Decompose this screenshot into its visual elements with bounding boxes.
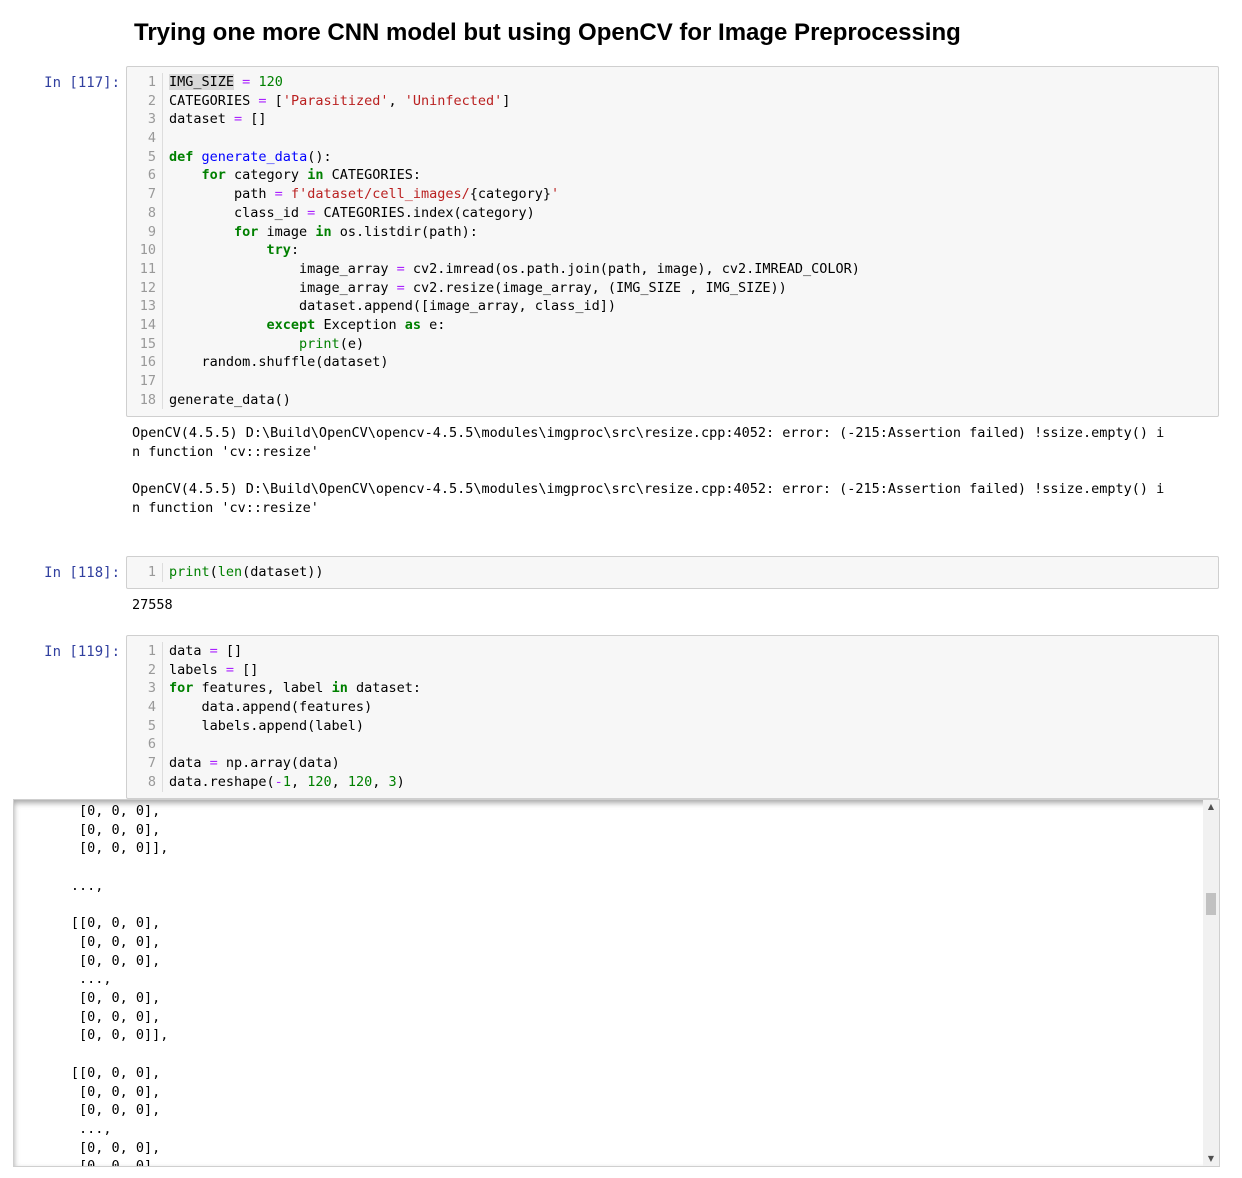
scrollbar-thumb[interactable] [1206, 893, 1216, 915]
code-line: 4 [127, 129, 1218, 148]
code-line: 1 print(len(dataset)) [127, 563, 1218, 582]
cell-output: 27558 [132, 597, 173, 613]
code-line: 17 [127, 372, 1218, 391]
line-number: 7 [127, 185, 163, 204]
line-number: 6 [127, 166, 163, 186]
code-line: 13 dataset.append([image_array, class_id… [127, 297, 1218, 316]
line-number: 14 [127, 315, 163, 335]
code-line: 5 labels.append(label) [127, 716, 1218, 736]
code-cell-input[interactable]: 1 data = [] 2 labels = [] 3 for features, l… [126, 635, 1219, 799]
code-line: 14 except Exception as e: [127, 315, 1218, 335]
line-number: 2 [127, 91, 163, 111]
cell-prompt: In [117]: [44, 75, 120, 91]
code-cell-input[interactable]: 1 print(len(dataset)) [126, 556, 1219, 589]
line-number: 18 [127, 390, 163, 410]
code-line: 7 path = f'dataset/cell_images/{category… [127, 185, 1218, 204]
scrollable-output-area[interactable]: [0, 0, 0], [0, 0, 0], [0, 0, 0]], ..., [… [13, 799, 1220, 1167]
line-number: 5 [127, 716, 163, 736]
code-line: 7 data = np.array(data) [127, 754, 1218, 773]
line-number: 12 [127, 278, 163, 298]
code-line: 9 for image in os.listdir(path): [127, 222, 1218, 242]
line-number: 8 [127, 772, 163, 792]
line-number: 7 [127, 754, 163, 773]
scroll-down-arrow-icon[interactable]: ▼ [1203, 1152, 1219, 1166]
code-line: 1 IMG_SIZE = 120 [127, 73, 1218, 92]
code-line: 5 def generate_data(): [127, 147, 1218, 167]
line-number: 17 [127, 372, 163, 391]
line-number: 6 [127, 735, 163, 755]
vertical-scrollbar[interactable]: ▲ ▼ [1203, 800, 1219, 1166]
code-line: 18 generate_data() [127, 390, 1218, 410]
code-line: 10 try: [127, 241, 1218, 260]
line-number: 4 [127, 698, 163, 717]
code-line: 8 data.reshape(-1, 120, 120, 3) [127, 772, 1218, 792]
line-number: 3 [127, 679, 163, 699]
code-line: 11 image_array = cv2.imread(os.path.join… [127, 259, 1218, 279]
code-line: 8 class_id = CATEGORIES.index(category) [127, 203, 1218, 223]
cell-prompt: In [118]: [44, 565, 120, 581]
code-line: 1 data = [] [127, 642, 1218, 661]
code-line: 6 for category in CATEGORIES: [127, 166, 1218, 186]
code-line: 6 [127, 735, 1218, 755]
cell-prompt: In [119]: [44, 644, 120, 660]
code-line: 4 data.append(features) [127, 698, 1218, 717]
code-line: 3 for features, label in dataset: [127, 679, 1218, 699]
line-number: 5 [127, 147, 163, 167]
cell-output: OpenCV(4.5.5) D:\Build\OpenCV\opencv-4.5… [132, 425, 1165, 516]
line-number: 1 [127, 73, 163, 92]
line-number: 10 [127, 241, 163, 260]
line-number: 4 [127, 129, 163, 148]
code-cell-input[interactable]: 1 IMG_SIZE = 120 2 CATEGORIES = ['Parasiti… [126, 66, 1219, 417]
line-number: 8 [127, 203, 163, 223]
line-number: 16 [127, 353, 163, 372]
line-number: 2 [127, 660, 163, 680]
code-line: 15 print(e) [127, 334, 1218, 354]
line-number: 3 [127, 110, 163, 130]
code-line: 16 random.shuffle(dataset) [127, 353, 1218, 372]
code-line: 3 dataset = [] [127, 110, 1218, 130]
code-line: 2 CATEGORIES = ['Parasitized', 'Uninfecte… [127, 91, 1218, 111]
code-line: 2 labels = [] [127, 660, 1218, 680]
line-number: 11 [127, 259, 163, 279]
cell-output: [0, 0, 0], [0, 0, 0], [0, 0, 0]], ..., [… [70, 803, 169, 1167]
line-number: 15 [127, 334, 163, 354]
line-number: 1 [127, 563, 163, 582]
line-number: 9 [127, 222, 163, 242]
line-number: 1 [127, 642, 163, 661]
section-heading: Trying one more CNN model but using Open… [134, 19, 961, 46]
code-line: 12 image_array = cv2.resize(image_array,… [127, 278, 1218, 298]
line-number: 13 [127, 297, 163, 316]
scroll-up-arrow-icon[interactable]: ▲ [1203, 800, 1219, 814]
